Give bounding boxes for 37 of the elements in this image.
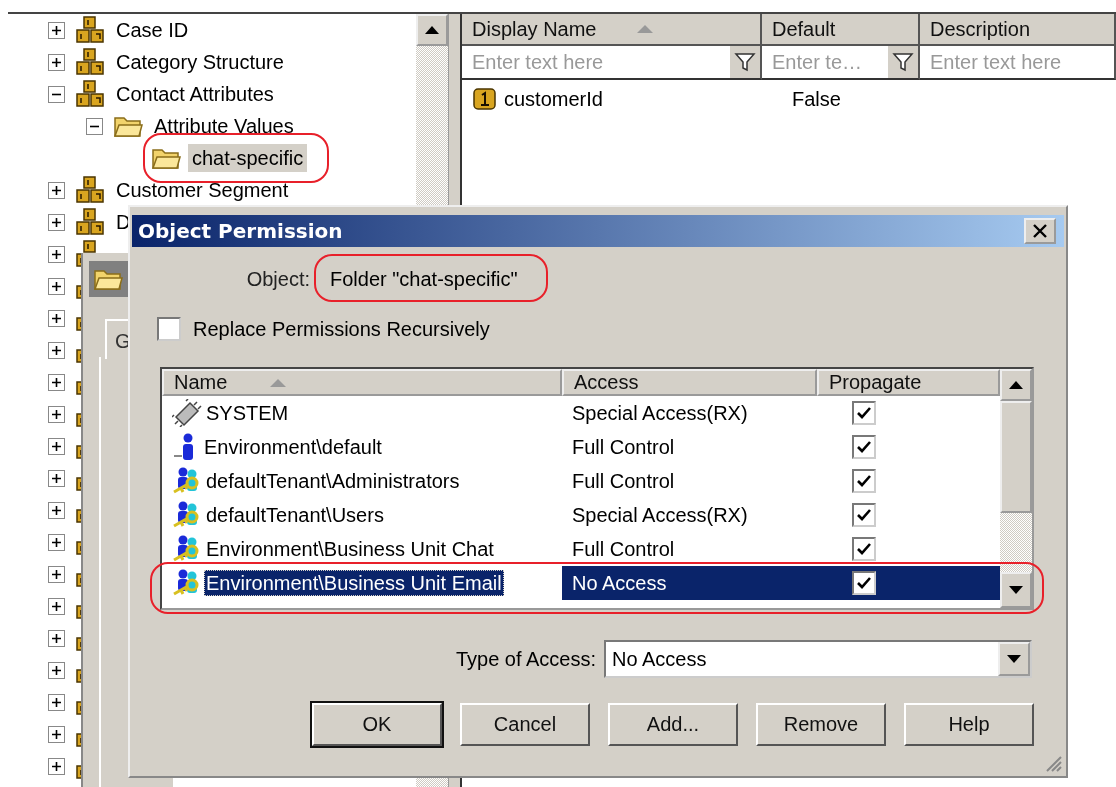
- checkbox-label[interactable]: Replace Permissions Recursively: [193, 317, 490, 341]
- object-value: Folder "chat-specific": [330, 267, 518, 291]
- object-label: Object:: [245, 267, 310, 291]
- dialog-button[interactable]: OK: [312, 703, 442, 746]
- column-header[interactable]: Name: [162, 369, 562, 396]
- column-header[interactable]: Display Name: [462, 14, 762, 46]
- list-item[interactable]: Environment\Business Unit Chat: [204, 536, 496, 562]
- table-cell: False: [792, 87, 841, 111]
- column-header[interactable]: Propagate: [817, 369, 1000, 396]
- dialog-button[interactable]: Cancel: [460, 703, 590, 746]
- column-header[interactable]: Access: [562, 369, 817, 396]
- access-cell: Special Access(RX): [572, 401, 748, 425]
- access-cell: Special Access(RX): [572, 503, 748, 527]
- access-cell: No Access: [572, 571, 667, 595]
- list-item[interactable]: SYSTEM: [204, 400, 291, 426]
- type-of-access-dropdown[interactable]: No Access: [604, 640, 1032, 678]
- list-item[interactable]: defaultTenant\Users: [204, 502, 386, 528]
- list-item[interactable]: Environment\Business Unit Email: [204, 570, 504, 596]
- access-cell: Full Control: [572, 435, 675, 459]
- tree-item[interactable]: Category Structure: [112, 48, 288, 76]
- tree-item[interactable]: Contact Attributes: [112, 80, 278, 108]
- column-header[interactable]: Default: [762, 14, 920, 46]
- dialog-button[interactable]: Add...: [608, 703, 738, 746]
- tree-item[interactable]: Customer Segment: [112, 176, 293, 204]
- access-cell: Full Control: [572, 469, 675, 493]
- list-item[interactable]: defaultTenant\Administrators: [204, 468, 462, 494]
- table-cell: customerId: [504, 87, 603, 111]
- column-header[interactable]: Description: [920, 14, 1116, 46]
- tree-item[interactable]: Case ID: [112, 16, 193, 44]
- list-item[interactable]: Environment\default: [202, 434, 384, 460]
- tree-item[interactable]: chat-specific: [188, 144, 308, 172]
- dialog-title: Object Permission: [138, 219, 343, 243]
- dialog-button[interactable]: Remove: [756, 703, 886, 746]
- access-cell: Full Control: [572, 537, 675, 561]
- field-label: Type of Access:: [455, 647, 596, 671]
- dialog-button[interactable]: Help: [904, 703, 1034, 746]
- tree-item[interactable]: Attribute Values: [150, 112, 298, 140]
